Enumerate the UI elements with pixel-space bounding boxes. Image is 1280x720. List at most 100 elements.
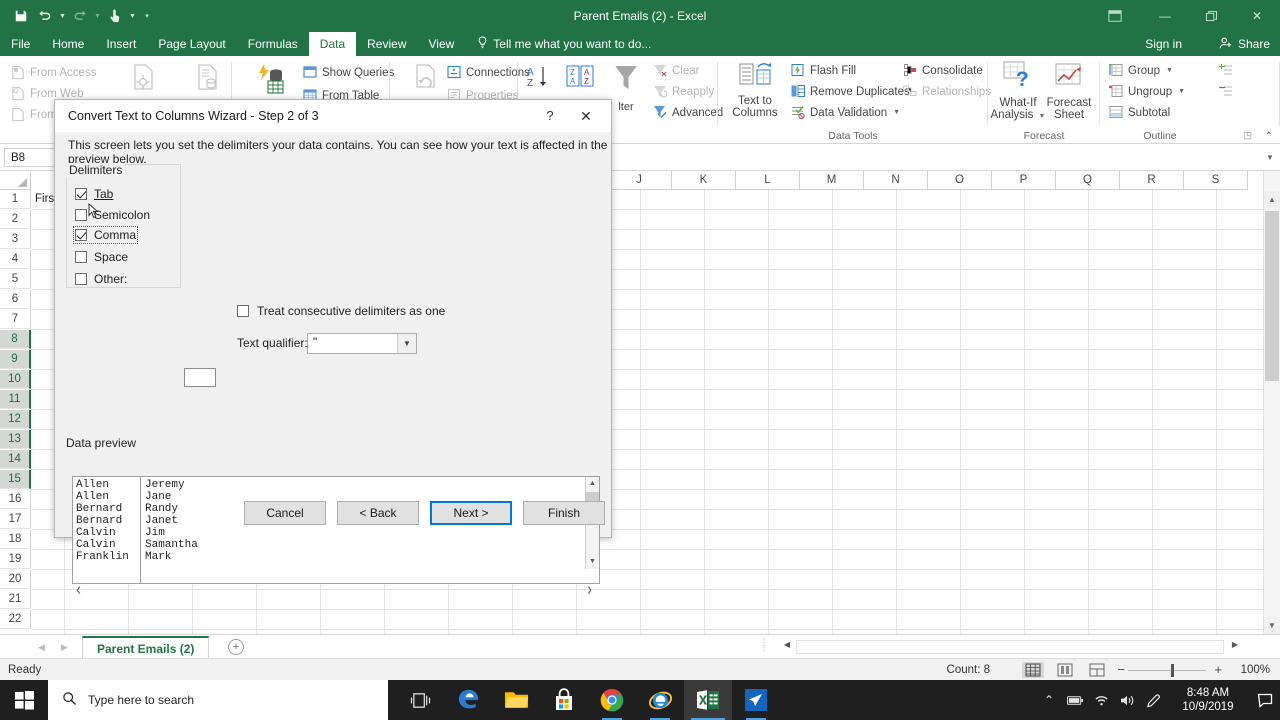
delimiter-other-input[interactable] bbox=[184, 368, 216, 387]
tab-insert[interactable]: Insert bbox=[95, 32, 147, 56]
new-query-button[interactable] bbox=[240, 62, 302, 99]
finish-button[interactable]: Finish bbox=[523, 501, 605, 525]
h-scroll-left-icon[interactable]: ◀ bbox=[780, 640, 794, 654]
zoom-slider-track[interactable] bbox=[1128, 670, 1206, 671]
close-button[interactable]: ✕ bbox=[1234, 0, 1280, 32]
from-text-button[interactable]: From bbox=[8, 104, 60, 125]
zoom-in-button[interactable]: + bbox=[1214, 659, 1222, 681]
h-scroll-right-icon[interactable]: ▶ bbox=[1228, 640, 1242, 654]
row-header-20[interactable]: 20 bbox=[0, 570, 31, 589]
row-header-16[interactable]: 16 bbox=[0, 490, 31, 509]
scroll-up-icon[interactable]: ▲ bbox=[1264, 191, 1280, 208]
prev-sheet-icon[interactable]: ◀ bbox=[38, 642, 45, 653]
row-header-4[interactable]: 4 bbox=[0, 250, 31, 269]
row-header-15[interactable]: 15 bbox=[0, 470, 31, 489]
advanced-filter-button[interactable]: Advanced bbox=[650, 102, 726, 123]
sheet-split-grip[interactable]: ⋮ ⋮ bbox=[760, 639, 768, 654]
row-header-8[interactable]: 8 bbox=[0, 330, 31, 349]
data-validation-button[interactable]: Data Validation ▼ bbox=[788, 102, 903, 123]
row-header-5[interactable]: 5 bbox=[0, 270, 31, 289]
row-header-19[interactable]: 19 bbox=[0, 550, 31, 569]
taskbar-search[interactable]: Type here to search bbox=[48, 680, 388, 720]
start-button[interactable] bbox=[0, 680, 48, 720]
restore-button[interactable] bbox=[1188, 0, 1234, 32]
forecast-sheet-button[interactable]: Forecast Sheet bbox=[1042, 60, 1096, 121]
scroll-down-icon[interactable]: ▼ bbox=[1264, 617, 1280, 634]
hide-detail-button[interactable] bbox=[1216, 81, 1237, 102]
show-queries-button[interactable]: Show Queries bbox=[300, 62, 397, 83]
ungroup-dropdown-icon[interactable]: ▼ bbox=[1178, 88, 1185, 95]
clear-button[interactable]: Clear bbox=[650, 60, 702, 81]
show-hidden-icons-chevron[interactable]: ⌃ bbox=[1036, 680, 1062, 720]
row-header-11[interactable]: 11 bbox=[0, 390, 31, 409]
row-header-22[interactable]: 22 bbox=[0, 610, 31, 629]
share-button[interactable]: Share bbox=[1219, 32, 1270, 56]
microsoft-store-icon[interactable] bbox=[540, 680, 588, 720]
back-button[interactable]: < Back bbox=[337, 501, 419, 525]
delimiter-comma-row[interactable]: Comma bbox=[72, 226, 139, 244]
row-header-17[interactable]: 17 bbox=[0, 510, 31, 529]
tab-page-layout[interactable]: Page Layout bbox=[147, 32, 236, 56]
row-header-6[interactable]: 6 bbox=[0, 290, 31, 309]
flash-fill-button[interactable]: Flash Fill bbox=[788, 60, 859, 81]
delimiter-space-checkbox[interactable] bbox=[75, 251, 87, 263]
relationships-button[interactable]: Relationships bbox=[900, 81, 994, 102]
column-header-s[interactable]: S bbox=[1184, 171, 1248, 190]
vertical-scrollbar[interactable]: ▲ ▼ bbox=[1263, 171, 1280, 634]
column-header-m[interactable]: M bbox=[800, 171, 864, 190]
sheet-nav-arrows[interactable]: ◀ ▶ bbox=[38, 635, 68, 659]
text-qualifier-combo[interactable]: " ▼ bbox=[307, 333, 417, 354]
expand-formula-bar-icon[interactable]: ▼ bbox=[1260, 153, 1280, 162]
sign-in-link[interactable]: Sign in bbox=[1145, 32, 1182, 56]
delimiter-other-row[interactable]: Other: bbox=[75, 272, 127, 286]
next-button[interactable]: Next > bbox=[430, 501, 512, 525]
zoom-slider-thumb[interactable] bbox=[1171, 664, 1174, 677]
page-break-view-icon[interactable] bbox=[1086, 662, 1108, 678]
dialog-close-button[interactable]: ✕ bbox=[565, 100, 607, 132]
delimiter-other-checkbox[interactable] bbox=[75, 273, 87, 285]
column-header-p[interactable]: P bbox=[992, 171, 1056, 190]
show-detail-button[interactable] bbox=[1216, 60, 1237, 81]
page-layout-view-icon[interactable] bbox=[1054, 662, 1076, 678]
column-header-l[interactable]: L bbox=[736, 171, 800, 190]
blue-arrow-app-icon[interactable] bbox=[732, 680, 780, 720]
sort-button[interactable]: ZAAZ bbox=[560, 64, 600, 95]
row-header-21[interactable]: 21 bbox=[0, 590, 31, 609]
delimiter-tab-checkbox[interactable] bbox=[75, 188, 87, 200]
tab-home[interactable]: Home bbox=[41, 32, 95, 56]
zoom-level[interactable]: 100% bbox=[1241, 659, 1270, 681]
normal-view-icon[interactable] bbox=[1022, 662, 1044, 678]
tab-view[interactable]: View bbox=[418, 32, 466, 56]
from-access-button[interactable]: From Access bbox=[8, 62, 99, 83]
row-header-3[interactable]: 3 bbox=[0, 230, 31, 249]
chevron-down-icon[interactable]: ▼ bbox=[397, 334, 416, 353]
file-explorer-icon[interactable] bbox=[492, 680, 540, 720]
delimiter-semicolon-checkbox[interactable] bbox=[75, 209, 87, 221]
volume-icon[interactable] bbox=[1114, 680, 1140, 720]
group-dropdown-icon[interactable]: ▼ bbox=[1166, 67, 1173, 74]
h-scroll-track[interactable] bbox=[796, 640, 1224, 654]
column-header-o[interactable]: O bbox=[928, 171, 992, 190]
delimiter-semicolon-row[interactable]: Semicolon bbox=[75, 208, 150, 222]
cancel-button[interactable]: Cancel bbox=[244, 501, 326, 525]
next-sheet-icon[interactable]: ▶ bbox=[61, 642, 68, 653]
battery-icon[interactable] bbox=[1062, 680, 1088, 720]
wifi-icon[interactable] bbox=[1088, 680, 1114, 720]
reapply-button[interactable]: Reapply bbox=[650, 81, 717, 102]
row-header-18[interactable]: 18 bbox=[0, 530, 31, 549]
task-view-icon[interactable] bbox=[396, 680, 444, 720]
preview-scroll-down-icon[interactable]: ▼ bbox=[586, 555, 599, 569]
row-header-14[interactable]: 14 bbox=[0, 450, 31, 469]
select-all-button[interactable] bbox=[0, 171, 31, 190]
what-if-analysis-button[interactable]: ? What-If Analysis ▼ bbox=[990, 60, 1046, 123]
collapse-ribbon-icon[interactable]: ⌃ bbox=[1265, 131, 1273, 142]
row-header-10[interactable]: 10 bbox=[0, 370, 31, 389]
preview-scroll-up-icon[interactable]: ▲ bbox=[586, 477, 599, 491]
column-header-r[interactable]: R bbox=[1120, 171, 1184, 190]
tab-formulas[interactable]: Formulas bbox=[237, 32, 309, 56]
subtotal-button[interactable]: Subtotal bbox=[1106, 102, 1173, 123]
from-other-sources-button[interactable] bbox=[112, 62, 174, 99]
sheet-tab-parent-emails[interactable]: Parent Emails (2) bbox=[82, 636, 210, 659]
row-header-13[interactable]: 13 bbox=[0, 430, 31, 449]
horizontal-scrollbar[interactable]: ⋮ ⋮ ◀ ▶ bbox=[760, 637, 1260, 657]
